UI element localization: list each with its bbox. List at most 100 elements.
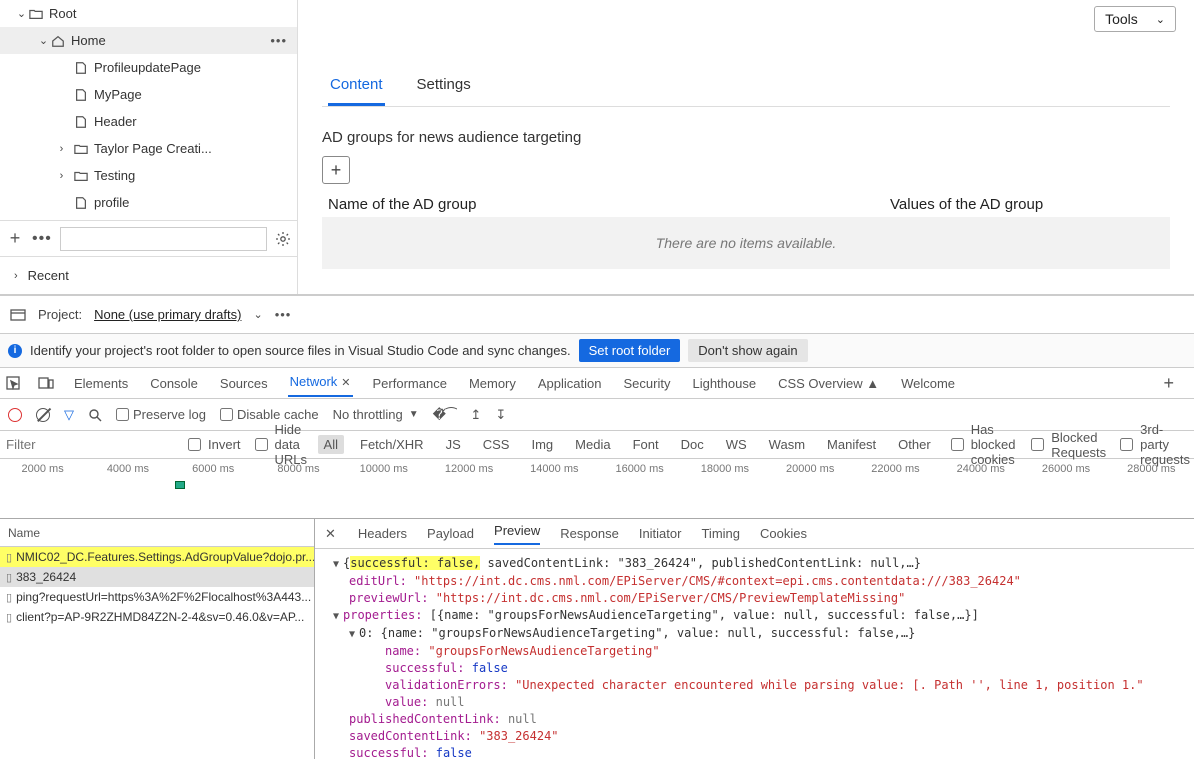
filter-type[interactable]: Fetch/XHR [354,435,430,454]
filter-type[interactable]: Doc [675,435,710,454]
tree-home[interactable]: ⌄ Home ••• [0,27,297,54]
more-icon[interactable]: ••• [32,230,52,248]
project-label: Project: [38,307,82,322]
filter-type[interactable]: Media [569,435,616,454]
folder-icon [74,169,88,183]
caret-down-icon[interactable]: ▼ [333,556,343,573]
filter-type[interactable]: CSS [477,435,516,454]
devtab-application[interactable]: Application [536,372,604,395]
devtab-welcome[interactable]: Welcome [899,372,957,395]
filter-type[interactable]: WS [720,435,753,454]
recent-section[interactable]: › Recent [0,256,297,294]
filter-input[interactable] [4,436,174,453]
chevron-down-icon[interactable]: ⌄ [253,308,262,321]
filter-type[interactable]: Font [627,435,665,454]
tree-item[interactable]: MyPage [0,81,297,108]
devtab-memory[interactable]: Memory [467,372,518,395]
tree-label: Home [71,33,106,48]
folder-icon [74,142,88,156]
timeline-tick: 4000 ms [85,463,170,475]
chevron-down-icon: ⌄ [14,7,29,20]
resp-tab-cookies[interactable]: Cookies [760,526,807,541]
download-icon[interactable]: ↧ [495,407,506,423]
tree-label: MyPage [94,87,142,102]
wifi-icon[interactable]: �᷉⁀ [433,407,457,423]
filter-type[interactable]: JS [440,435,467,454]
resp-tab-response[interactable]: Response [560,526,619,541]
timeline-tick: 14000 ms [512,463,597,475]
request-row[interactable]: ▯383_26424 [0,567,314,587]
filter-type[interactable]: Img [525,435,559,454]
tree-item[interactable]: ›Taylor Page Creati... [0,135,297,162]
timeline-tick: 22000 ms [853,463,938,475]
close-icon[interactable]: ✕ [325,526,336,542]
filter-type[interactable]: Wasm [763,435,811,454]
invert-checkbox[interactable]: Invert [184,435,241,454]
search-icon[interactable] [88,408,102,422]
set-root-button[interactable]: Set root folder [579,339,681,362]
json-preview[interactable]: ▼{successful: false, savedContentLink: "… [315,549,1194,759]
add-tab-icon[interactable]: + [1163,373,1174,394]
tree-item[interactable]: ProfileupdatePage [0,54,297,81]
timeline[interactable]: 2000 ms 4000 ms 6000 ms 8000 ms 10000 ms… [0,459,1194,519]
tree-item[interactable]: profile [0,189,297,216]
gear-icon[interactable] [275,231,291,247]
device-icon[interactable] [38,376,54,390]
filter-all[interactable]: All [318,435,344,454]
more-icon[interactable]: ••• [275,307,292,322]
filter-type[interactable]: Other [892,435,937,454]
devtab-elements[interactable]: Elements [72,372,130,395]
throttling-select[interactable]: No throttling▼ [333,407,419,422]
devtab-network[interactable]: Network✕ [288,370,353,397]
resp-tab-preview[interactable]: Preview [494,523,540,545]
preserve-log-checkbox[interactable]: Preserve log [116,407,206,422]
info-icon: i [8,344,22,358]
devtab-lighthouse[interactable]: Lighthouse [690,372,758,395]
close-icon[interactable]: ✕ [341,377,350,389]
file-icon: ▯ [6,551,12,564]
devtab-console[interactable]: Console [148,372,200,395]
disable-cache-checkbox[interactable]: Disable cache [220,407,319,422]
devtab-security[interactable]: Security [622,372,673,395]
devtab-cssoverview[interactable]: CSS Overview ▲ [776,372,881,395]
timeline-tick: 26000 ms [1023,463,1108,475]
clear-icon[interactable] [36,408,50,422]
tree-item[interactable]: Header [0,108,297,135]
resp-tab-headers[interactable]: Headers [358,526,407,541]
dont-show-button[interactable]: Don't show again [688,339,807,362]
requests-header: Name [0,519,314,547]
add-icon[interactable]: + [6,228,24,249]
content-pane: Tools ⌄ Content Settings AD groups for n… [298,0,1194,294]
upload-icon[interactable]: ↥ [470,407,481,423]
tree-search-input[interactable] [60,227,267,251]
caret-down-icon[interactable]: ▼ [349,626,359,643]
resp-tab-initiator[interactable]: Initiator [639,526,682,541]
add-group-button[interactable]: + [322,156,350,184]
more-icon[interactable]: ••• [270,33,287,48]
timeline-tick: 20000 ms [768,463,853,475]
tree-item[interactable]: ›Testing [0,162,297,189]
devtab-performance[interactable]: Performance [371,372,449,395]
filter-icon[interactable]: ▽ [64,407,74,423]
filter-type[interactable]: Manifest [821,435,882,454]
tools-button[interactable]: Tools ⌄ [1094,6,1176,32]
section-heading: AD groups for news audience targeting [322,129,1170,146]
blocked-requests-checkbox[interactable]: Blocked Requests [1027,430,1106,460]
resp-tab-timing[interactable]: Timing [701,526,740,541]
notice-bar: i Identify your project's root folder to… [0,333,1194,367]
file-icon: ▯ [6,591,12,604]
caret-down-icon[interactable]: ▼ [333,608,343,625]
tree-root[interactable]: ⌄ Root [0,0,297,27]
tab-content[interactable]: Content [328,70,385,106]
devtab-sources[interactable]: Sources [218,372,270,395]
request-row[interactable]: ▯ping?requestUrl=https%3A%2F%2Flocalhost… [0,587,314,607]
inspect-icon[interactable] [6,376,20,390]
column-header-values: Values of the AD group [890,196,1170,213]
resp-tab-payload[interactable]: Payload [427,526,474,541]
tab-settings[interactable]: Settings [415,70,473,106]
file-icon [74,115,88,129]
request-row[interactable]: ▯client?p=AP-9R2ZHMD84Z2N-2-4&sv=0.46.0&… [0,607,314,627]
request-row[interactable]: ▯NMIC02_DC.Features.Settings.AdGroupValu… [0,547,314,567]
project-value[interactable]: None (use primary drafts) [94,307,241,322]
record-icon[interactable] [8,408,22,422]
